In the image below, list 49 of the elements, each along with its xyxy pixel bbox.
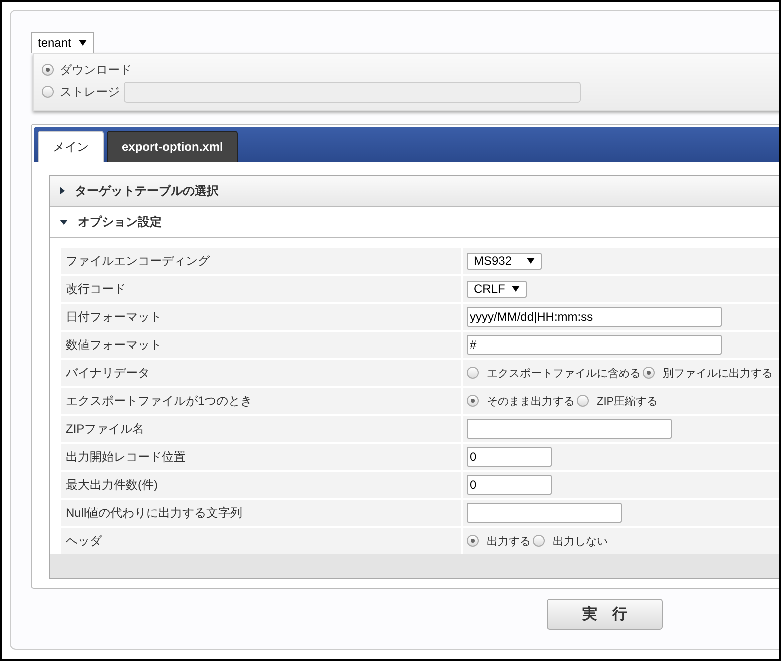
input-field[interactable] [467,419,672,439]
section-title: ターゲットテーブルの選択 [75,182,219,200]
radio-button[interactable] [42,86,54,98]
radio-label: そのまま出力する [487,394,575,408]
section-header[interactable]: オプション設定 [50,207,779,238]
radio-button[interactable] [533,535,545,547]
radio-button[interactable] [643,367,655,379]
option-label: ヘッダ [61,528,461,554]
input-field[interactable]: yyyy/MM/dd|HH:mm:ss [467,307,722,327]
collapsed-icon [60,187,65,195]
radio-label: ストレージ [60,84,120,100]
radio-button[interactable] [467,395,479,407]
option-label: 最大出力件数(件) [61,472,461,498]
radio-label: 別ファイルに出力する [663,366,773,380]
option-label: エクスポートファイルが1つのとき [61,388,461,414]
option-label: 改行コード [61,276,461,302]
radio-button[interactable] [467,367,479,379]
tenant-dropdown[interactable]: tenant [31,32,94,53]
expanded-icon [60,220,68,224]
option-label: 出力開始レコード位置 [61,444,461,470]
caret-icon [79,40,88,46]
option-label: ファイルエンコーディング [61,248,461,274]
dropdown[interactable]: MS932 [467,252,542,270]
radio-label: ZIP圧縮する [597,394,658,408]
input-field[interactable]: # [467,335,722,355]
option-label: 日付フォーマット [61,304,461,330]
input-field[interactable]: 0 [467,447,552,467]
radio-label: 出力しない [553,534,608,548]
option-label: ZIPファイル名 [61,416,461,442]
radio-button[interactable] [42,64,54,76]
tab[interactable]: export-option.xml [107,131,238,162]
radio-label: 出力する [487,534,531,548]
option-label: バイナリデータ [61,360,461,386]
section-title: オプション設定 [78,214,162,230]
caret-icon [527,258,535,264]
option-label: Null値の代わりに出力する文字列 [61,500,461,526]
radio-button[interactable] [577,395,589,407]
input-field[interactable]: 0 [467,475,552,495]
section-header[interactable]: ターゲットテーブルの選択 [50,176,779,207]
storage-field[interactable] [124,82,581,102]
radio-label: ダウンロード [60,62,132,78]
dropdown[interactable]: CRLF [467,280,527,298]
run-button[interactable]: 実 行 [547,599,663,630]
caret-icon [512,286,520,292]
tab[interactable]: メイン [38,131,104,162]
input-field[interactable] [467,503,622,523]
radio-label: エクスポートファイルに含める [487,366,641,380]
radio-button[interactable] [467,535,479,547]
option-label: 数値フォーマット [61,332,461,358]
